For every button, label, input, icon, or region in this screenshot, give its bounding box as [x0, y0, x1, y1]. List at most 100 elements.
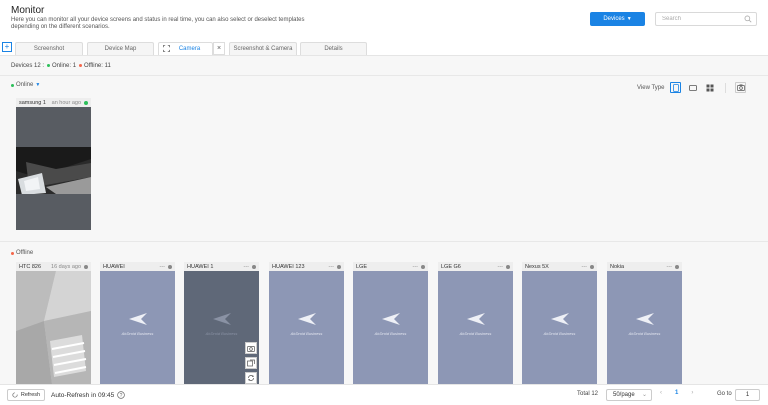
current-page[interactable]: 1 [675, 390, 678, 396]
pagination: ‹ 1 › [660, 390, 693, 396]
airdroid-logo-icon [128, 313, 147, 325]
status-dot [590, 264, 594, 269]
device-card[interactable]: HTC 826 16 days ago [16, 262, 91, 384]
device-card-header: HUAWEI --- [100, 262, 175, 271]
device-card[interactable]: Nexus 5X --- AirDroid Business [522, 262, 597, 384]
device-card[interactable]: HUAWEI --- AirDroid Business [100, 262, 175, 384]
device-card-header: LGE --- [353, 262, 428, 271]
close-tab-icon[interactable]: × [213, 42, 225, 55]
portrait-view-icon[interactable] [670, 82, 682, 93]
offline-section-toggle[interactable]: Offline [11, 250, 33, 256]
brand-text: AirDroid Business [374, 331, 407, 336]
monitor-content: Devices 12 : Online: 1 Offline: 11 Onlin… [0, 56, 768, 384]
device-card[interactable]: HUAWEI 1 --- AirDroid Business [184, 262, 259, 384]
monitor-page: Monitor Here you can monitor all your de… [0, 0, 768, 405]
tab-label: Details [324, 46, 343, 52]
device-card-header: HUAWEI 123 --- [269, 262, 344, 271]
help-icon[interactable]: ? [117, 391, 125, 399]
device-placeholder-screen[interactable]: AirDroid Business [100, 271, 175, 384]
camera-capture-icon[interactable] [735, 82, 747, 93]
tab-screenshot[interactable]: Screenshot [15, 42, 83, 55]
device-placeholder-screen[interactable]: AirDroid Business [269, 271, 344, 384]
refresh-button[interactable]: Refresh [7, 389, 45, 401]
template-tabs: + Screenshot Device Map Camera × Screens… [0, 40, 768, 56]
page-header: Monitor Here you can monitor all your de… [0, 0, 768, 42]
brand-text: AirDroid Business [543, 331, 576, 336]
tab-device-map[interactable]: Device Map [87, 42, 154, 55]
device-name: LGE [356, 263, 368, 270]
devices-count: Devices 12 : [11, 63, 45, 69]
search-box[interactable] [655, 12, 757, 26]
brand-text: AirDroid Business [290, 331, 323, 336]
device-last-seen: --- [159, 263, 166, 270]
device-card-header: HUAWEI 1 --- [184, 262, 259, 271]
devices-dropdown-button[interactable]: Devices ▼ [590, 12, 645, 26]
page-size-value: 50/page [613, 392, 635, 398]
tab-details[interactable]: Details [300, 42, 367, 55]
landscape-view-icon[interactable] [687, 82, 698, 93]
tab-camera[interactable]: Camera [158, 42, 213, 55]
airdroid-logo-icon [635, 313, 654, 325]
tab-label: Camera [178, 46, 201, 52]
prev-page-icon[interactable]: ‹ [660, 390, 662, 396]
page-size-select[interactable]: 50/page ⌄ [606, 389, 652, 401]
chevron-down-icon: ⌄ [641, 392, 647, 398]
device-placeholder-screen[interactable]: AirDroid Business [522, 271, 597, 384]
device-name: Nexus 5X [525, 263, 549, 270]
device-card[interactable]: HUAWEI 123 --- AirDroid Business [269, 262, 344, 384]
search-icon[interactable] [744, 15, 752, 23]
tab-label: Device Map [104, 46, 137, 52]
page-description: Here you can monitor all your device scr… [11, 17, 305, 30]
brand-text: AirDroid Business [121, 331, 154, 336]
device-card[interactable]: LGE G6 --- AirDroid Business [438, 262, 513, 384]
status-dot [421, 264, 425, 269]
camera-image [16, 107, 91, 230]
device-card[interactable]: LGE --- AirDroid Business [353, 262, 428, 384]
refresh-label: Refresh [20, 392, 41, 398]
grid-view-icon[interactable] [704, 82, 715, 93]
device-last-seen: --- [666, 263, 673, 270]
status-dot [84, 100, 88, 105]
tab-label: Screenshot & Camera [233, 46, 293, 52]
divider [725, 82, 727, 93]
online-section-label: Online [16, 82, 34, 88]
caret-down-icon: ▼ [626, 16, 632, 22]
search-input[interactable] [656, 13, 741, 25]
expand-icon[interactable] [163, 45, 170, 52]
device-card-header: Nexus 5X --- [522, 262, 597, 271]
next-page-icon[interactable]: › [691, 390, 693, 396]
goto-page-input[interactable]: 1 [735, 389, 760, 401]
offline-count: Offline: 11 [79, 63, 111, 69]
device-placeholder-screen[interactable]: AirDroid Business [353, 271, 428, 384]
device-camera-feed[interactable] [16, 271, 91, 384]
card-tools [245, 342, 257, 384]
status-dot [506, 264, 510, 269]
view-type-control: View Type [637, 82, 747, 93]
device-card[interactable]: Nokia --- AirDroid Business [607, 262, 682, 384]
online-section-toggle[interactable]: Online ▼ [11, 82, 40, 88]
device-placeholder-screen[interactable]: AirDroid Business [184, 271, 259, 384]
goto-label: Go to [717, 391, 732, 397]
auto-refresh-status: Auto-Refresh in 09:45 ? [51, 391, 125, 399]
status-dot [337, 264, 341, 269]
device-card-header: Nokia --- [607, 262, 682, 271]
add-tab-button[interactable]: + [2, 42, 12, 52]
caret-down-icon: ▼ [35, 82, 41, 88]
tab-label: Screenshot [33, 46, 65, 52]
device-placeholder-screen[interactable]: AirDroid Business [607, 271, 682, 384]
online-dot [11, 83, 14, 87]
tab-screenshot-camera[interactable]: Screenshot & Camera [229, 42, 297, 55]
devices-button-label: Devices [603, 16, 625, 22]
camera-icon[interactable] [245, 342, 257, 354]
device-placeholder-screen[interactable]: AirDroid Business [438, 271, 513, 384]
rotate-icon[interactable] [245, 372, 257, 384]
status-dot [168, 264, 172, 269]
airdroid-logo-icon [381, 313, 400, 325]
divider [0, 75, 768, 76]
airdroid-logo-icon [297, 313, 316, 325]
switch-camera-icon[interactable] [245, 357, 257, 369]
camera-image [16, 271, 91, 384]
device-camera-feed[interactable] [16, 107, 91, 230]
device-card[interactable]: samsung 1 an hour ago [16, 98, 91, 230]
total-count: Total 12 [577, 391, 599, 397]
